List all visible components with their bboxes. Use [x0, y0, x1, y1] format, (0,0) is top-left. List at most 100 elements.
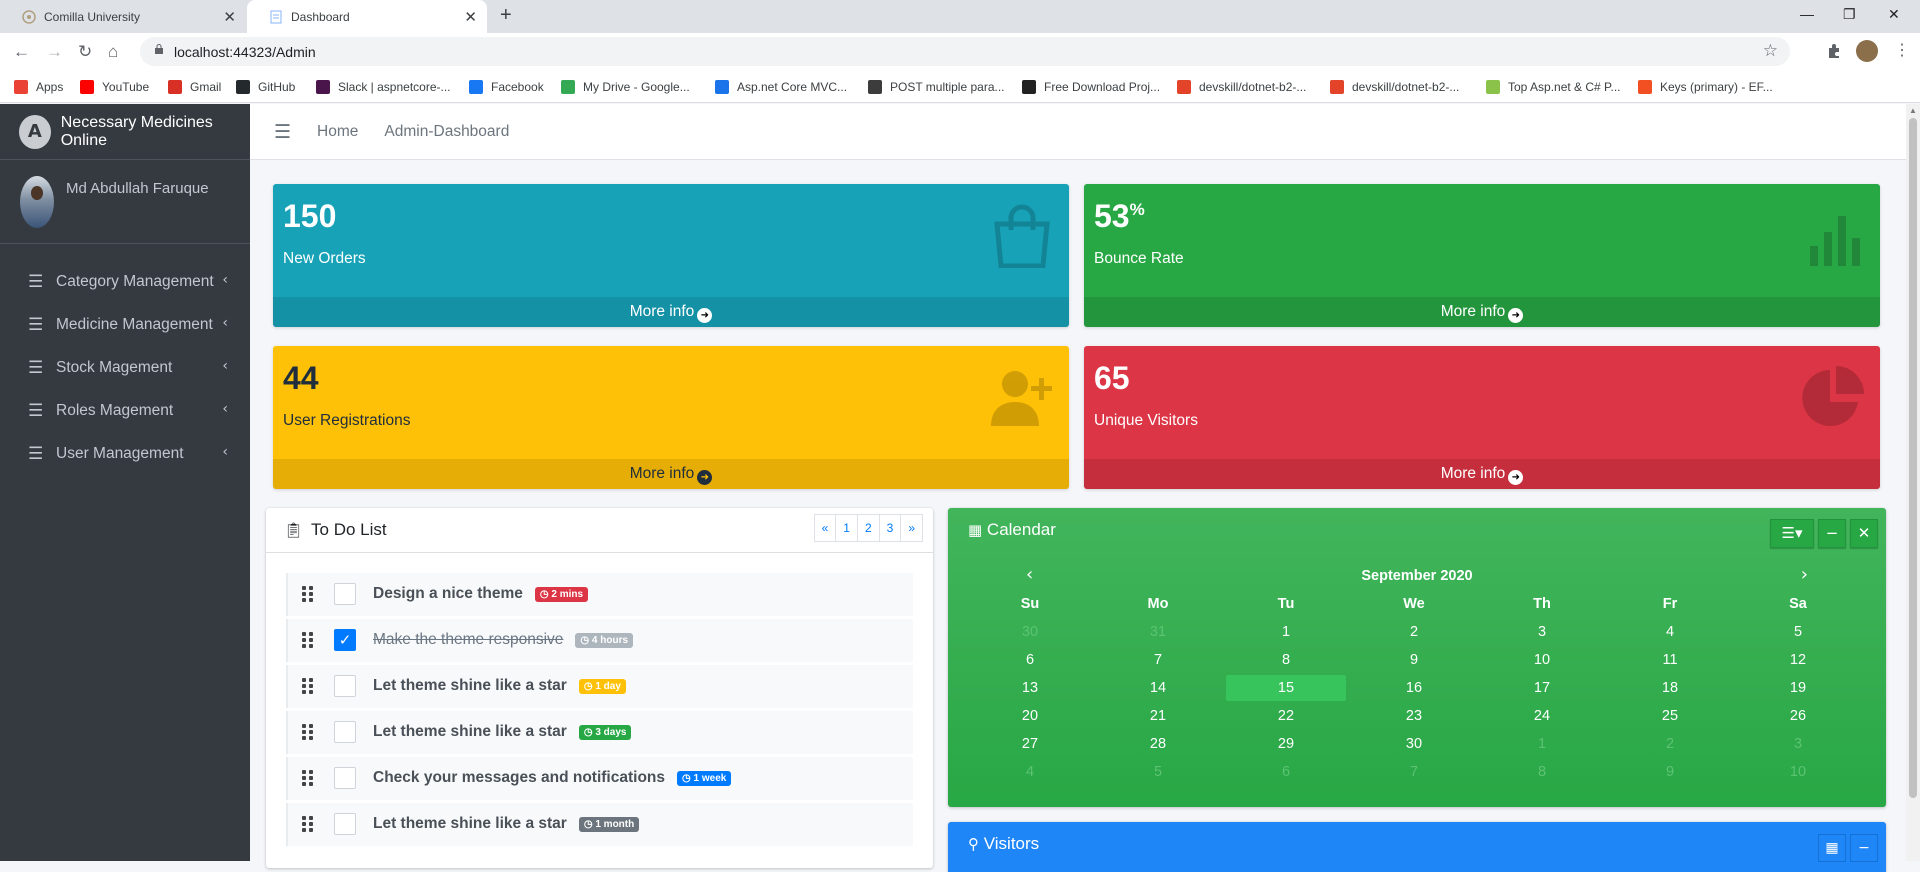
minimize-icon[interactable]: — — [1800, 6, 1814, 22]
calendar-day[interactable]: 15 — [1222, 674, 1350, 702]
bookmark-item[interactable]: Free Download Proj... — [1022, 71, 1160, 103]
calendar-day[interactable]: 17 — [1478, 674, 1606, 702]
calendar-day[interactable]: 8 — [1478, 758, 1606, 786]
calendar-day[interactable]: 18 — [1606, 674, 1734, 702]
calendar-day[interactable]: 21 — [1094, 702, 1222, 730]
calendar-day[interactable]: 30 — [966, 618, 1094, 646]
bookmark-item[interactable]: Top Asp.net & C# P... — [1486, 71, 1621, 103]
calendar-day[interactable]: 31 — [1094, 618, 1222, 646]
bookmark-item[interactable]: My Drive - Google... — [561, 71, 690, 103]
bookmark-star-icon[interactable]: ☆ — [1763, 41, 1778, 61]
todo-item[interactable]: Check your messages and notifications ◷ 1… — [286, 757, 913, 800]
more-info-link[interactable]: More info ➜ — [1084, 459, 1880, 489]
hamburger-menu-icon[interactable]: ☰ — [274, 121, 291, 143]
calendar-day[interactable]: 25 — [1606, 702, 1734, 730]
more-info-link[interactable]: More info ➜ — [273, 297, 1069, 327]
calendar-day[interactable]: 3 — [1734, 730, 1862, 758]
drag-handle-icon[interactable] — [302, 632, 314, 648]
calendar-day[interactable]: 9 — [1350, 646, 1478, 674]
profile-avatar[interactable] — [1856, 40, 1878, 62]
todo-checkbox[interactable] — [334, 675, 356, 697]
page-next[interactable]: » — [900, 514, 923, 542]
page-1[interactable]: 1 — [835, 514, 858, 542]
sidebar-item-roles-magement[interactable]: ☰ Roles Magement ‹ — [0, 389, 250, 432]
calendar-day[interactable]: 30 — [1350, 730, 1478, 758]
drag-handle-icon[interactable] — [302, 586, 314, 602]
page-scrollbar[interactable]: ▲ — [1906, 104, 1920, 861]
back-arrow-icon[interactable]: ← — [13, 42, 30, 62]
nav-link-admin-dashboard[interactable]: Admin-Dashboard — [384, 123, 509, 141]
calendar-day[interactable]: 2 — [1350, 618, 1478, 646]
calendar-day[interactable]: 14 — [1094, 674, 1222, 702]
calendar-day[interactable]: 6 — [1222, 758, 1350, 786]
calendar-day[interactable]: 2 — [1606, 730, 1734, 758]
calendar-day[interactable]: 5 — [1094, 758, 1222, 786]
calendar-day[interactable]: 24 — [1478, 702, 1606, 730]
address-bar[interactable]: localhost:44323/Admin ☆ — [140, 37, 1790, 66]
drag-handle-icon[interactable] — [302, 724, 314, 740]
nav-link-home[interactable]: Home — [317, 123, 358, 141]
calendar-day[interactable]: 1 — [1478, 730, 1606, 758]
reload-icon[interactable]: ↻ — [78, 42, 92, 62]
bookmark-item[interactable]: Keys (primary) - EF... — [1638, 71, 1773, 103]
calendar-day[interactable]: 9 — [1606, 758, 1734, 786]
close-window-icon[interactable]: ✕ — [1888, 6, 1900, 23]
drag-handle-icon[interactable] — [302, 816, 314, 832]
todo-item[interactable]: Let theme shine like a star ◷ 1 month — [286, 803, 913, 846]
bookmark-item[interactable]: Asp.net Core MVC... — [715, 71, 847, 103]
extensions-puzzle-icon[interactable] — [1826, 43, 1842, 59]
close-tab-icon[interactable]: ✕ — [223, 8, 236, 26]
bookmark-item[interactable]: Apps — [14, 71, 63, 103]
todo-checkbox[interactable]: ✓ — [334, 629, 356, 651]
new-tab-plus-icon[interactable]: + — [500, 4, 512, 27]
calendar-day[interactable]: 12 — [1734, 646, 1862, 674]
browser-tab-dashboard[interactable]: Dashboard ✕ — [247, 0, 487, 33]
drag-handle-icon[interactable] — [302, 678, 314, 694]
todo-item[interactable]: Design a nice theme ◷ 2 mins — [286, 573, 913, 616]
page-2[interactable]: 2 — [856, 514, 880, 542]
todo-checkbox[interactable] — [334, 721, 356, 743]
calendar-day[interactable]: 5 — [1734, 618, 1862, 646]
bookmark-item[interactable]: Facebook — [469, 71, 544, 103]
bookmark-item[interactable]: devskill/dotnet-b2-... — [1177, 71, 1306, 103]
sidebar-item-medicine-management[interactable]: ☰ Medicine Management ‹ — [0, 303, 250, 346]
bookmark-item[interactable]: GitHub — [236, 71, 295, 103]
calendar-menu-dropdown-button[interactable]: ☰▾ — [1770, 519, 1814, 548]
calendar-day[interactable]: 16 — [1350, 674, 1478, 702]
brand-link[interactable]: A Necessary Medicines Online — [0, 104, 250, 160]
collapse-button[interactable]: − — [1818, 519, 1846, 548]
todo-item[interactable]: ✓ Make the theme responsive ◷ 4 hours — [286, 619, 913, 662]
calendar-day[interactable]: 3 — [1478, 618, 1606, 646]
collapse-button[interactable]: − — [1850, 834, 1878, 862]
scroll-up-arrow-icon[interactable]: ▲ — [1909, 106, 1917, 115]
bookmark-item[interactable]: devskill/dotnet-b2-... — [1330, 71, 1459, 103]
bookmark-item[interactable]: YouTube — [80, 71, 149, 103]
restore-icon[interactable]: ❐ — [1843, 6, 1856, 23]
today-highlight[interactable]: 15 — [1226, 675, 1346, 701]
calendar-day[interactable]: 4 — [966, 758, 1094, 786]
todo-checkbox[interactable] — [334, 583, 356, 605]
calendar-day[interactable]: 13 — [966, 674, 1094, 702]
bookmark-item[interactable]: Gmail — [168, 71, 221, 103]
remove-button[interactable]: ✕ — [1850, 519, 1878, 548]
calendar-day[interactable]: 20 — [966, 702, 1094, 730]
forward-arrow-icon[interactable]: → — [46, 42, 63, 62]
calendar-day[interactable]: 23 — [1350, 702, 1478, 730]
calendar-day[interactable]: 7 — [1350, 758, 1478, 786]
calendar-day[interactable]: 10 — [1478, 646, 1606, 674]
more-info-link[interactable]: More info ➜ — [273, 459, 1069, 489]
date-range-button[interactable]: ▦ — [1818, 834, 1846, 862]
todo-checkbox[interactable] — [334, 767, 356, 789]
calendar-day[interactable]: 8 — [1222, 646, 1350, 674]
calendar-day[interactable]: 26 — [1734, 702, 1862, 730]
bookmark-item[interactable]: Slack | aspnetcore-... — [316, 71, 451, 103]
close-tab-icon[interactable]: ✕ — [464, 8, 477, 26]
page-3[interactable]: 3 — [878, 514, 902, 542]
home-icon[interactable]: ⌂ — [108, 42, 118, 62]
user-name[interactable]: Md Abdullah Faruque — [66, 180, 209, 197]
calendar-day[interactable]: 19 — [1734, 674, 1862, 702]
browser-menu-icon[interactable]: ⋮ — [1894, 40, 1910, 60]
calendar-day[interactable]: 6 — [966, 646, 1094, 674]
calendar-day[interactable]: 11 — [1606, 646, 1734, 674]
scrollbar-thumb[interactable] — [1909, 118, 1917, 798]
